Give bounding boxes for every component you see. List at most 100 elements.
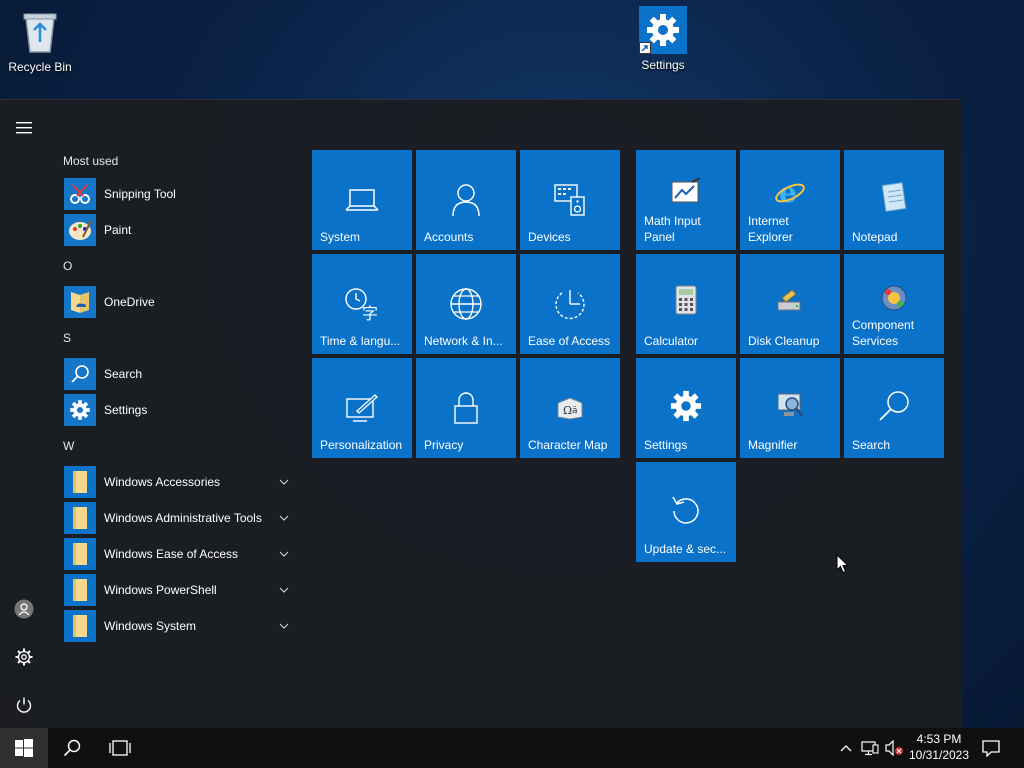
tile-label: Update & sec... [644,542,727,556]
tile-privacy[interactable]: Privacy [416,358,516,458]
power-icon [16,697,32,713]
app-label: Windows PowerShell [104,583,217,597]
tile-label: Notepad [852,230,898,244]
tile-update-security[interactable]: Update & sec... [636,462,736,562]
app-label: Snipping Tool [104,187,176,201]
folder-icon [64,574,96,606]
section-header-o[interactable]: O [56,248,296,284]
action-center-button[interactable] [974,728,1008,768]
app-label: Paint [104,223,132,237]
start-menu: Most used Snipping Tool Paint O OneDrive… [0,99,961,728]
tile-label: Search [852,438,891,452]
tile-time-language[interactable]: 字 Time & langu... [312,254,412,354]
tile-accounts[interactable]: Accounts [416,150,516,250]
tile-component-services[interactable]: Component Services [844,254,944,354]
desktop-icon-settings[interactable]: Settings [623,6,703,72]
folder-icon [64,538,96,570]
user-account-button[interactable] [0,589,48,629]
settings-gear-icon [639,6,687,54]
app-item-paint[interactable]: Paint [56,212,296,248]
network-tray-button[interactable] [858,728,882,768]
tile-calculator[interactable]: Calculator [636,254,736,354]
folder-icon [64,502,96,534]
folder-icon [64,286,96,318]
tile-devices[interactable]: Devices [520,150,620,250]
tile-label: Network & In... [424,334,503,348]
chevron-up-icon [840,745,852,752]
tile-label: Character Map [528,438,608,452]
notification-icon [982,740,1000,757]
tile-internet-explorer[interactable]: e Internet Explorer [740,150,840,250]
tile-notepad[interactable]: Notepad [844,150,944,250]
app-item-snipping-tool[interactable]: Snipping Tool [56,176,296,212]
folder-item-windows-powershell[interactable]: Windows PowerShell [56,572,296,608]
taskbar-clock[interactable]: 4:53 PM 10/31/2023 [906,731,972,763]
clock-time: 4:53 PM [916,732,962,746]
search-icon [63,739,81,757]
hamburger-menu-button[interactable] [0,108,48,148]
app-label: Windows Accessories [104,475,221,489]
folder-item-windows-accessories[interactable]: Windows Accessories [56,464,296,500]
svg-text:字: 字 [362,304,378,321]
chevron-down-icon[interactable] [278,476,290,488]
volume-tray-button[interactable] [882,728,906,768]
folder-icon [64,466,96,498]
tile-label: Internet Explorer [748,214,793,244]
tile-system[interactable]: System [312,150,412,250]
tile-character-map[interactable]: Ωä Character Map [520,358,620,458]
chevron-down-icon[interactable] [278,548,290,560]
tile-search[interactable]: Search [844,358,944,458]
app-item-search[interactable]: Search [56,356,296,392]
desktop-icon-recycle-bin[interactable]: Recycle Bin [0,8,80,74]
search-icon [874,386,914,426]
mouse-cursor-icon [836,553,850,579]
section-header-s[interactable]: S [56,320,296,356]
settings-shortcut-label: Settings [641,58,685,72]
lock-icon [446,388,486,428]
tile-label: System [320,230,361,244]
disk-cleanup-icon [770,280,810,320]
component-services-icon [874,278,914,318]
time-language-icon: 字 [342,284,382,324]
tile-label: Privacy [424,438,464,452]
power-button[interactable] [0,685,48,725]
section-header-most-used: Most used [63,154,119,168]
tile-disk-cleanup[interactable]: Disk Cleanup [740,254,840,354]
start-button[interactable] [0,728,48,768]
network-icon [861,741,879,756]
tile-ease-of-access[interactable]: Ease of Access [520,254,620,354]
laptop-icon [342,180,382,220]
app-list: Most used Snipping Tool Paint O OneDrive… [56,146,296,644]
app-item-onedrive[interactable]: OneDrive [56,284,296,320]
tile-label: Component Services [852,318,915,348]
tile-magnifier[interactable]: Magnifier [740,358,840,458]
show-hidden-icons-button[interactable] [836,728,856,768]
tile-settings[interactable]: Settings [636,358,736,458]
ease-of-access-icon [550,284,590,324]
calculator-icon [666,280,706,320]
clock-date: 10/31/2023 [908,748,970,762]
chevron-down-icon[interactable] [278,620,290,632]
tile-label: Magnifier [748,438,798,452]
tile-math-input-panel[interactable]: Math Input Panel [636,150,736,250]
snipping-tool-icon [64,178,96,210]
tile-network[interactable]: Network & In... [416,254,516,354]
app-label: Windows System [104,619,197,633]
app-label: Windows Administrative Tools [104,511,262,525]
tile-label: Time & langu... [320,334,401,348]
taskbar-search-button[interactable] [48,728,96,768]
tile-personalization[interactable]: Personalization [312,358,412,458]
windows-logo-icon [15,739,33,757]
user-avatar-icon [14,599,34,619]
chevron-down-icon[interactable] [278,584,290,596]
math-input-icon [666,172,706,212]
chevron-down-icon[interactable] [278,512,290,524]
character-map-icon: Ωä [550,388,590,428]
task-view-button[interactable] [96,728,144,768]
app-item-settings[interactable]: Settings [56,392,296,428]
folder-item-windows-administrative-tools[interactable]: Windows Administrative Tools [56,500,296,536]
rail-settings-button[interactable] [0,637,48,677]
folder-item-windows-ease-of-access[interactable]: Windows Ease of Access [56,536,296,572]
folder-item-windows-system[interactable]: Windows System [56,608,296,644]
section-header-w[interactable]: W [56,428,296,464]
